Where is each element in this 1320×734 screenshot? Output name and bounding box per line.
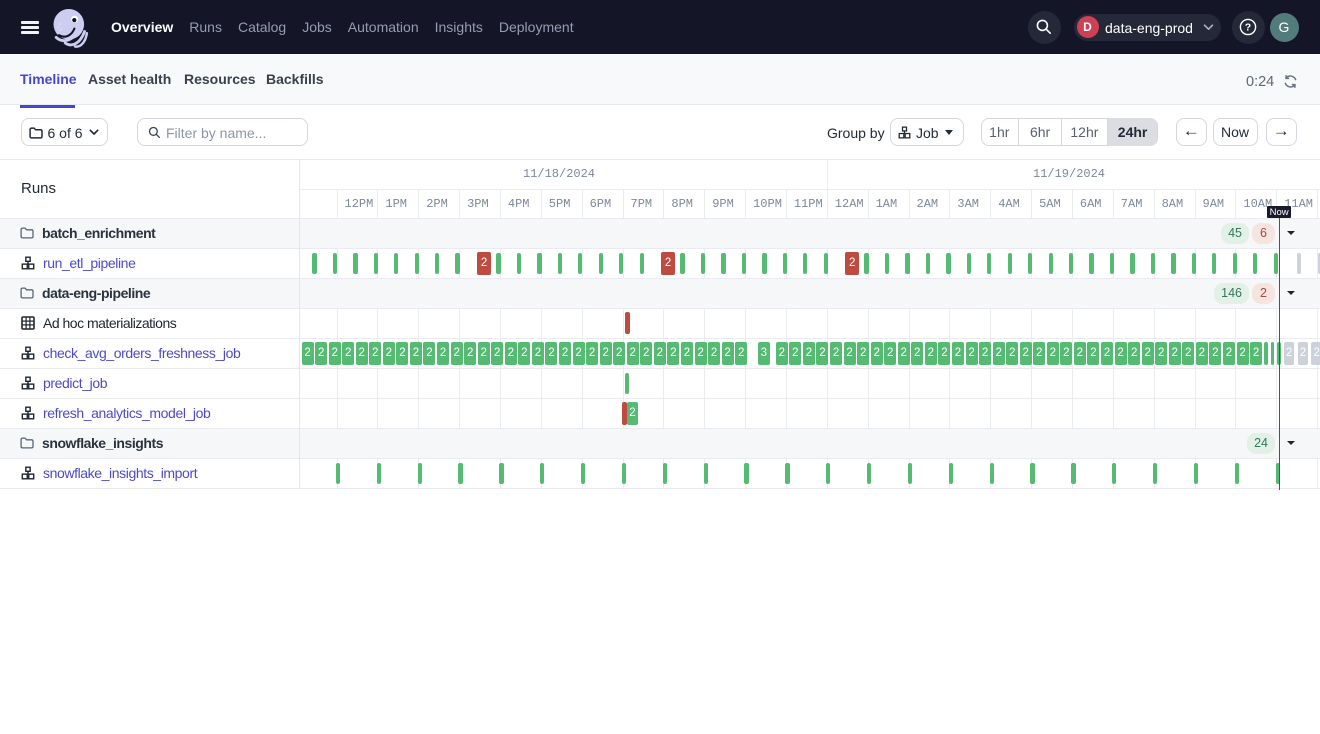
svg-text:?: ? — [1245, 22, 1251, 34]
